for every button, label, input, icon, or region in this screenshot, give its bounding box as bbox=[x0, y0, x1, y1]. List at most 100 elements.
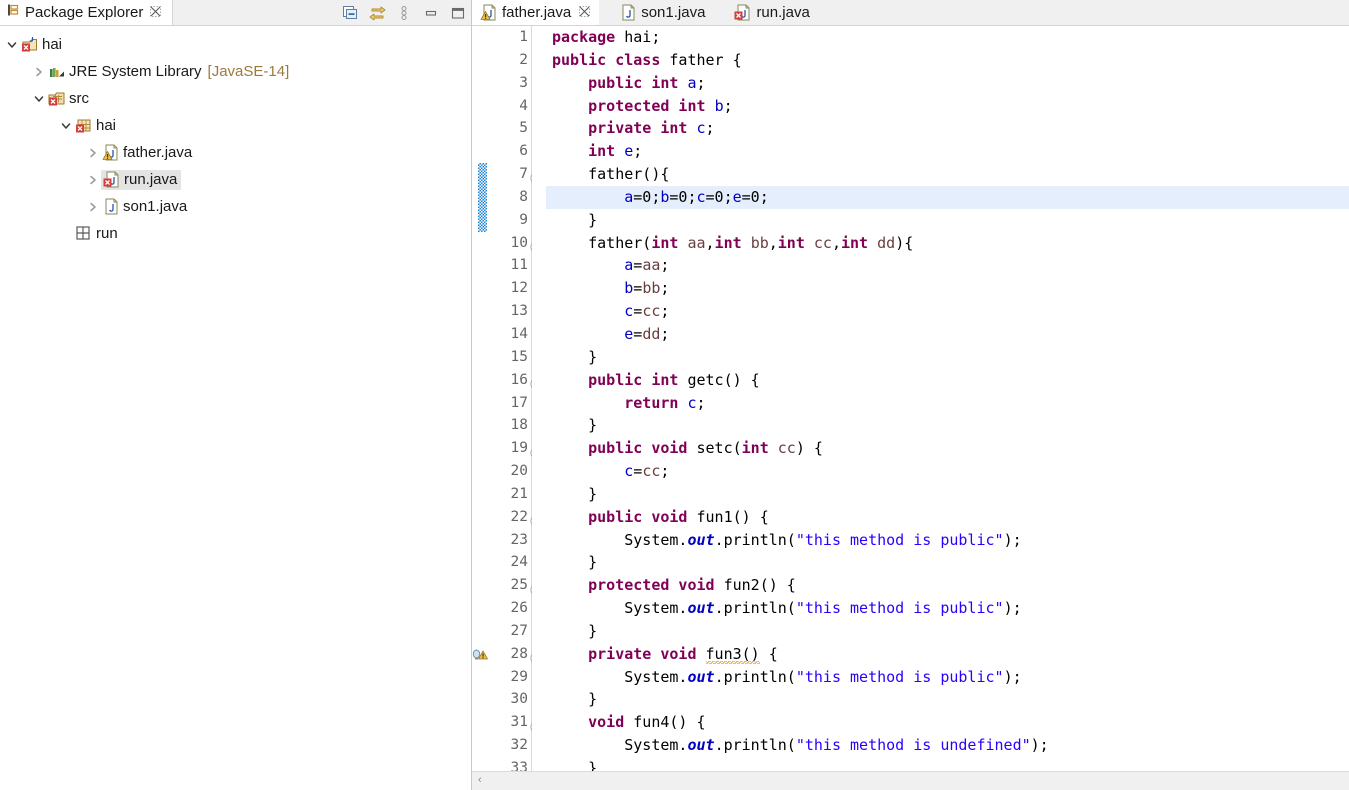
code-line[interactable]: a=0;b=0;c=0;e=0; bbox=[546, 185, 1349, 209]
minimize-icon[interactable] bbox=[422, 4, 440, 22]
code-line[interactable]: package hai; bbox=[546, 26, 1349, 49]
code-line[interactable]: private int c; bbox=[546, 117, 1349, 140]
code-line[interactable]: System.out.println("this method is publi… bbox=[546, 529, 1349, 552]
code-token: .println( bbox=[714, 530, 796, 549]
code-line[interactable]: } bbox=[546, 688, 1349, 711]
code-line[interactable]: void fun4() { bbox=[546, 711, 1349, 734]
code-token: System. bbox=[552, 667, 688, 686]
code-token: fun2() { bbox=[723, 576, 796, 595]
chevron-down-icon[interactable] bbox=[58, 118, 74, 134]
code-line[interactable]: System.out.println("this method is publi… bbox=[546, 666, 1349, 689]
tree-item-jre-system-library[interactable]: JRE System Library [JavaSE-14] bbox=[0, 58, 471, 85]
code-token: protected int bbox=[588, 96, 715, 115]
package-explorer-tab[interactable]: Package Explorer bbox=[0, 0, 173, 25]
code-line[interactable]: c=cc; bbox=[546, 300, 1349, 323]
tree-item-run[interactable]: run bbox=[0, 220, 471, 247]
chevron-down-icon[interactable] bbox=[31, 91, 47, 107]
tree-item-content[interactable]: run bbox=[74, 225, 118, 243]
code-line[interactable]: father(int aa,int bb,int cc,int dd){ bbox=[546, 232, 1349, 255]
tree-item-content[interactable]: hai bbox=[20, 36, 62, 54]
tree-item-content[interactable]: father.java bbox=[101, 144, 192, 162]
chevron-right-icon[interactable] bbox=[31, 64, 47, 80]
code-token: =0; bbox=[669, 187, 697, 206]
line-number: 33 bbox=[510, 760, 528, 771]
code-token: public int bbox=[588, 370, 688, 389]
scroll-left-icon[interactable]: ‹ bbox=[478, 774, 490, 786]
chevron-right-icon[interactable] bbox=[85, 172, 101, 188]
view-menu-icon[interactable] bbox=[395, 4, 413, 22]
code-token: father(){ bbox=[552, 165, 670, 184]
folding-ruler[interactable] bbox=[532, 26, 546, 771]
tree-item-father-java[interactable]: father.java bbox=[0, 139, 471, 166]
editor-tab-father-java[interactable]: father.java bbox=[472, 0, 600, 25]
code-token: System. bbox=[552, 736, 688, 755]
source-code[interactable]: package hai; public class father { public… bbox=[546, 26, 1349, 771]
code-line[interactable]: int e; bbox=[546, 140, 1349, 163]
code-line[interactable]: private void fun3() { bbox=[546, 643, 1349, 666]
code-token: int bbox=[777, 233, 814, 252]
tree-item-content[interactable]: son1.java bbox=[101, 198, 187, 216]
code-line[interactable]: e=dd; bbox=[546, 323, 1349, 346]
code-line[interactable]: protected int b; bbox=[546, 95, 1349, 118]
code-token: out bbox=[687, 736, 715, 755]
tree-item-qualifier: [JavaSE-14] bbox=[207, 63, 290, 80]
editor-tab-son1-java[interactable]: son1.java bbox=[611, 0, 714, 25]
code-line[interactable]: } bbox=[546, 483, 1349, 506]
tree-item-run-java[interactable]: run.java bbox=[0, 166, 471, 193]
tree-item-src[interactable]: src bbox=[0, 85, 471, 112]
chevron-right-icon[interactable] bbox=[85, 145, 101, 161]
code-line[interactable]: public void setc(int cc) { bbox=[546, 437, 1349, 460]
code-line[interactable]: b=bb; bbox=[546, 277, 1349, 300]
code-line[interactable]: } bbox=[546, 209, 1349, 232]
chevron-down-icon[interactable] bbox=[4, 37, 20, 53]
code-line[interactable]: } bbox=[546, 551, 1349, 574]
collapse-all-icon[interactable] bbox=[341, 4, 359, 22]
chevron-right-icon[interactable] bbox=[85, 199, 101, 215]
code-line[interactable]: } bbox=[546, 346, 1349, 369]
code-line[interactable]: a=aa; bbox=[546, 254, 1349, 277]
code-token: cc bbox=[813, 233, 832, 252]
code-line[interactable]: public void fun1() { bbox=[546, 506, 1349, 529]
link-with-editor-icon[interactable] bbox=[368, 4, 386, 22]
project-tree[interactable]: hai JRE System Library [JavaSE-14] src hai fa… bbox=[0, 26, 471, 247]
annotation-ruler[interactable] bbox=[472, 26, 488, 771]
code-line[interactable]: System.out.println("this method is publi… bbox=[546, 597, 1349, 620]
code-line[interactable]: father(){ bbox=[546, 163, 1349, 186]
code-line[interactable]: } bbox=[546, 620, 1349, 643]
code-line[interactable]: } bbox=[546, 414, 1349, 437]
code-token: c bbox=[624, 302, 634, 321]
code-line[interactable]: public class father { bbox=[546, 49, 1349, 72]
editor-tabbar[interactable]: father.java son1.java run.java bbox=[472, 0, 1349, 26]
tree-item-content[interactable]: run.java bbox=[101, 169, 182, 190]
code-line[interactable]: } bbox=[546, 757, 1349, 771]
code-line[interactable]: c=cc; bbox=[546, 460, 1349, 483]
code-token: ); bbox=[1030, 736, 1049, 755]
tree-item-content[interactable]: src bbox=[47, 90, 89, 108]
close-icon[interactable] bbox=[150, 6, 162, 19]
tree-item-content[interactable]: JRE System Library [JavaSE-14] bbox=[47, 63, 289, 81]
tree-item-hai[interactable]: hai bbox=[0, 112, 471, 139]
code-token: ; bbox=[723, 96, 733, 115]
tree-item-hai[interactable]: hai bbox=[0, 31, 471, 58]
tree-item-son1-java[interactable]: son1.java bbox=[0, 193, 471, 220]
code-line[interactable]: System.out.println("this method is undef… bbox=[546, 734, 1349, 757]
line-number: 26 bbox=[510, 600, 528, 617]
tree-item-label: hai bbox=[96, 117, 117, 134]
code-line[interactable]: public int a; bbox=[546, 72, 1349, 95]
horizontal-scrollbar[interactable]: ‹ bbox=[472, 771, 1349, 790]
tree-item-content[interactable]: hai bbox=[74, 117, 116, 135]
line-number: 24 bbox=[510, 554, 528, 571]
code-line[interactable]: return c; bbox=[546, 392, 1349, 415]
code-line[interactable]: public int getc() { bbox=[546, 369, 1349, 392]
editor-tab-run-java[interactable]: run.java bbox=[726, 0, 818, 25]
quickfix-warning-icon[interactable] bbox=[472, 646, 488, 662]
code-line[interactable]: protected void fun2() { bbox=[546, 574, 1349, 597]
maximize-icon[interactable] bbox=[449, 4, 467, 22]
close-icon[interactable] bbox=[579, 5, 591, 20]
